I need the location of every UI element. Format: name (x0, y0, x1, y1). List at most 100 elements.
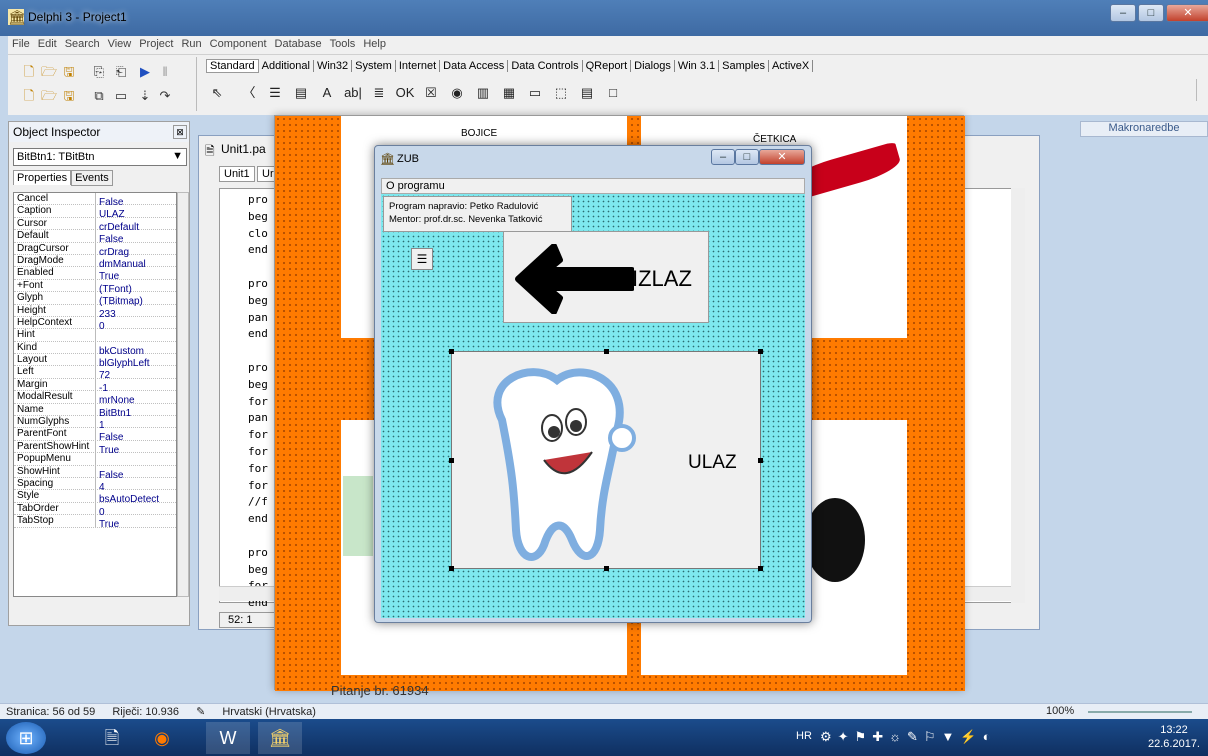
inspector-scrollbar[interactable] (177, 192, 189, 597)
tray-icons[interactable]: ⚙✦⚑✚☼✎⚐▼⚡◐ (820, 729, 996, 745)
menu-search[interactable]: Search (61, 36, 104, 52)
save-icon[interactable]: 🖫 (60, 63, 78, 81)
explorer-taskbar-icon[interactable]: 🗎 (90, 722, 134, 754)
form-close-button[interactable]: ✕ (759, 149, 805, 165)
tab-standard[interactable]: Standard (206, 59, 259, 73)
property-row[interactable]: Default False (14, 230, 176, 245)
menu-tools[interactable]: Tools (326, 36, 360, 52)
tab-samples[interactable]: Samples (719, 60, 769, 72)
tab-activex[interactable]: ActiveX (768, 60, 814, 72)
resize-handle[interactable] (449, 566, 454, 571)
enter-button[interactable]: ULAZ (449, 349, 763, 571)
word-taskbar-icon[interactable]: W (206, 722, 250, 754)
property-row[interactable]: ParentFont False (14, 428, 176, 443)
macros-tab[interactable]: Makronaredbe (1080, 121, 1208, 137)
delphi-app-icon[interactable]: 🏛 (8, 9, 26, 25)
edit-icon[interactable]: ab| (342, 82, 364, 104)
pause-icon[interactable]: ‖ (156, 63, 174, 81)
property-row[interactable]: Cancel False (14, 193, 176, 208)
inspector-close-icon[interactable]: ⊠ (173, 125, 187, 139)
start-button[interactable]: ⊞ (6, 722, 46, 754)
view-form-icon[interactable]: ▭ (112, 87, 130, 105)
property-row[interactable]: Height 233 (14, 304, 176, 320)
tab-additional[interactable]: Additional (258, 60, 314, 72)
resize-handle[interactable] (449, 349, 454, 354)
menu-help[interactable]: Help (359, 36, 390, 52)
menu-component[interactable]: Component (206, 36, 271, 52)
scrollbar-icon[interactable]: ▭ (524, 82, 546, 104)
button-icon[interactable]: OK (394, 82, 416, 104)
checkbox-icon[interactable]: ☒ (420, 82, 442, 104)
menu-view[interactable]: View (104, 36, 136, 52)
property-row[interactable]: PopupMenu (14, 453, 176, 466)
tab-system[interactable]: System (352, 60, 396, 72)
property-value[interactable]: bsAutoDetect (96, 494, 159, 506)
listbox-icon[interactable]: ▥ (472, 82, 494, 104)
form-maximize-button[interactable]: □ (735, 149, 759, 165)
language-indicator[interactable]: HR (796, 730, 812, 742)
memo-icon[interactable]: ≣ (368, 82, 390, 104)
step-over-icon[interactable]: ↷ (156, 87, 174, 105)
zoom-slider[interactable] (1088, 711, 1192, 713)
exit-button[interactable]: IZLAZ (503, 231, 709, 323)
property-row[interactable]: Enabled True (14, 267, 176, 282)
form-minimize-button[interactable]: – (711, 149, 735, 165)
language-label[interactable]: Hrvatski (Hrvatska) (222, 706, 316, 718)
property-row[interactable]: +Font (TFont) (14, 279, 176, 295)
property-row[interactable]: Margin -1 (14, 378, 176, 394)
form-design-surface[interactable]: Program napravio: Petko Radulović Mentor… (381, 194, 805, 618)
menu-about[interactable]: O programu (386, 180, 445, 192)
property-row[interactable]: DragCursor crDrag (14, 242, 176, 258)
proofing-icon[interactable]: ✎ (196, 706, 205, 718)
save-all-icon[interactable]: 🗁 (40, 87, 58, 105)
property-value[interactable]: True (96, 445, 119, 457)
label-icon[interactable]: A (316, 82, 338, 104)
property-row[interactable]: ShowHint False (14, 465, 176, 481)
property-row[interactable]: DragMode dmManual (14, 254, 176, 270)
editor-vertical-scrollbar[interactable] (1011, 188, 1025, 603)
property-row[interactable]: Layout blGlyphLeft (14, 354, 176, 369)
tab-win31[interactable]: Win 3.1 (674, 60, 720, 72)
taskbar-clock[interactable]: 13:22 22.6.2017. (1148, 723, 1200, 751)
mainmenu-component-icon[interactable]: ☰ (411, 248, 433, 270)
combobox-icon[interactable]: ▦ (498, 82, 520, 104)
tab-events[interactable]: Events (71, 170, 113, 186)
remove-file-icon[interactable]: ⎗ (112, 63, 130, 81)
radiogroup-icon[interactable]: ▤ (576, 82, 598, 104)
property-row[interactable]: TabStop True (14, 515, 176, 530)
run-icon[interactable]: ▶ (136, 63, 154, 81)
page-count[interactable]: Stranica: 56 od 59 (6, 706, 95, 718)
resize-handle[interactable] (449, 458, 454, 463)
resize-handle[interactable] (604, 349, 609, 354)
delphi-taskbar-icon[interactable]: 🏛 (258, 722, 302, 754)
close-button[interactable]: ✕ (1166, 4, 1208, 22)
view-unit-icon[interactable]: ⧉ (90, 87, 108, 105)
property-row[interactable]: ParentShowHint True (14, 440, 176, 456)
word-count[interactable]: Riječi: 10.936 (112, 706, 179, 718)
menu-run[interactable]: Run (177, 36, 205, 52)
mainmenu-icon[interactable]: ☰ (264, 82, 286, 104)
menu-edit[interactable]: Edit (34, 36, 61, 52)
resize-handle[interactable] (758, 458, 763, 463)
groupbox-icon[interactable]: ⬚ (550, 82, 572, 104)
popupmenu-icon[interactable]: ▤ (290, 82, 312, 104)
tab-properties[interactable]: Properties (13, 170, 72, 185)
tab-win32[interactable]: Win32 (313, 60, 353, 72)
property-row[interactable]: Style bsAutoDetect (14, 490, 176, 505)
add-file-icon[interactable]: ⎘ (90, 63, 108, 81)
tab-internet[interactable]: Internet (395, 60, 441, 72)
menu-file[interactable]: File (8, 36, 34, 52)
property-row[interactable]: Name BitBtn1 (14, 403, 176, 419)
panel-icon[interactable]: □ (602, 82, 624, 104)
pointer-icon[interactable]: ⇖ (206, 82, 228, 104)
tab-data-access[interactable]: Data Access (440, 60, 509, 72)
property-row[interactable]: Cursor crDefault (14, 217, 176, 233)
property-value[interactable]: True (96, 519, 119, 531)
open-file-icon[interactable]: 🖫 (60, 87, 78, 105)
frames-icon[interactable]: 〈 (238, 82, 260, 104)
property-row[interactable]: ModalResult mrNone (14, 391, 176, 406)
property-row[interactable]: Kind bkCustom (14, 341, 176, 357)
maximize-button[interactable]: □ (1138, 4, 1164, 22)
menu-database[interactable]: Database (271, 36, 326, 52)
open-icon[interactable]: 🗁 (40, 63, 58, 81)
